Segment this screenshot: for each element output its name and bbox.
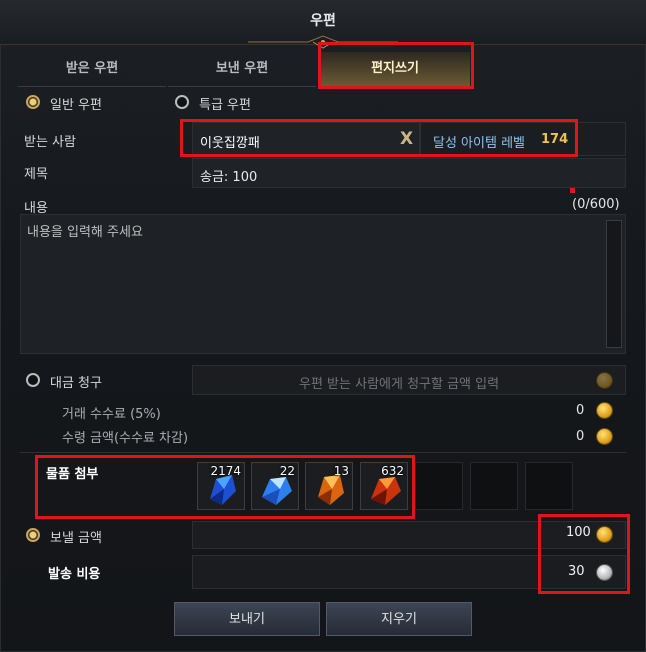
send-button[interactable]: 보내기 [174,602,320,636]
shipping-label: 발송 비용 [48,567,101,582]
receive-amount-value: 0 [576,429,585,444]
content-textarea[interactable]: 내용을 입력해 주세요 [20,214,626,354]
radio-express-mail[interactable] [175,95,189,109]
subject-value: 송금: 100 [200,170,258,185]
normal-mail-label: 일반 우편 [50,98,102,113]
tab-sent[interactable]: 보낸 우편 [168,52,316,87]
fee-label: 거래 수수료 (5%) [62,407,161,422]
send-gold-label: 보낼 금액 [50,531,102,546]
receive-gold-icon [597,429,612,444]
cod-label: 대금 청구 [50,376,102,391]
window-title: 우편 [310,13,336,29]
tab-received[interactable]: 받은 우편 [18,52,166,87]
cod-amount-input[interactable]: 우편 받는 사람에게 청구할 금액 입력 [192,365,626,395]
content-scrollbar[interactable] [606,220,622,348]
counter-marker [570,188,575,193]
highlight-amounts [538,514,630,594]
highlight-recipient [180,119,578,157]
content-placeholder: 내용을 입력해 주세요 [27,225,143,240]
cod-placeholder: 우편 받는 사람에게 청구할 금액 입력 [299,377,500,392]
clear-button[interactable]: 지우기 [326,602,472,636]
highlight-tab-compose [318,42,474,89]
content-counter: (0/600) [572,197,620,212]
attachment-slot-5[interactable] [415,462,463,510]
fee-gold-icon [597,403,612,418]
recipient-label: 받는 사람 [24,135,76,150]
radio-cod[interactable] [26,373,40,387]
title-bar[interactable]: 우편 [0,0,646,49]
fee-value: 0 [576,403,585,418]
gold-coin-icon [597,373,612,388]
highlight-attachments [35,455,415,519]
mail-window: 우편 받은 우편 보낸 우편 편지쓰기 일반 우편 특급 우편 받는 사람 이웃… [0,0,646,652]
receive-amount-label: 수령 금액(수수료 차감) [62,431,189,446]
radio-send-gold[interactable] [26,528,40,542]
attachment-slot-7[interactable] [525,462,573,510]
express-mail-label: 특급 우편 [199,98,251,113]
subject-label: 제목 [24,167,48,182]
attachment-slot-6[interactable] [470,462,518,510]
radio-normal-mail[interactable] [26,95,40,109]
subject-input[interactable]: 송금: 100 [192,158,626,188]
divider [20,452,626,453]
